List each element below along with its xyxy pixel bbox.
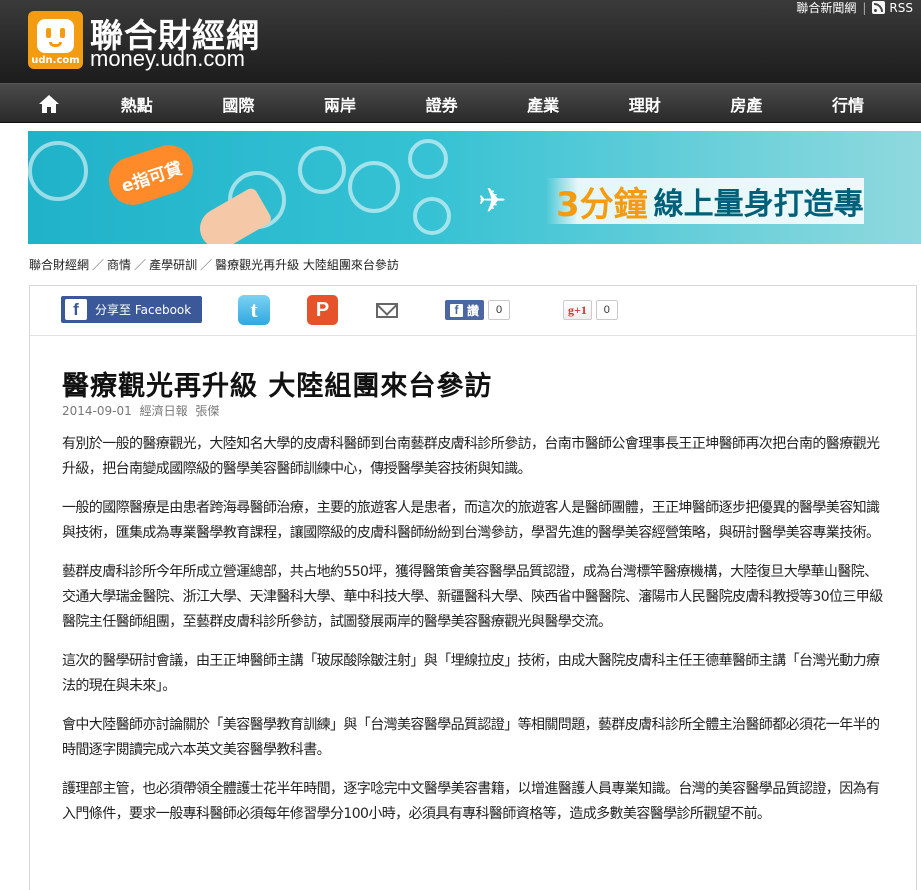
breadcrumb-item-home[interactable]: 聯合財經網 [29, 258, 89, 272]
article-body: 有別於一般的醫療觀光，大陸知名大學的皮膚科醫師到台南藝群皮膚科診所參訪，台南市醫… [62, 432, 886, 841]
banner-bubble [348, 161, 400, 213]
facebook-share-label: 分享至 Facebook [95, 303, 192, 317]
logo-eye-left [46, 28, 51, 38]
facebook-share-button[interactable]: f 分享至 Facebook [61, 296, 202, 323]
article-paragraph: 這次的醫學研討會議，由王正坤醫師主講「玻尿酸除皺注射」與「埋線拉皮」技術，由成大… [62, 653, 880, 694]
nav-item-international[interactable]: 國際 [188, 84, 290, 123]
breadcrumb-item-training[interactable]: 產學研訓 [149, 258, 197, 272]
logo-mouth [49, 42, 62, 47]
plurk-icon[interactable]: P [307, 295, 338, 325]
top-links: 聯合新聞網 | RSS [796, 0, 913, 16]
banner-tag: e指可貸 [102, 138, 200, 212]
article-byline: 2014-09-01 經濟日報 張傑 [62, 402, 223, 419]
site-header: udn.com 聯合財經網 money.udn.com 聯合新聞網 | RSS [0, 0, 921, 83]
article-date: 2014-09-01 [62, 404, 132, 418]
nav-home-button[interactable] [29, 84, 69, 123]
share-bar: f 分享至 Facebook t P f讚 0 g+1 0 [30, 286, 916, 336]
gplus-count: 0 [595, 300, 618, 320]
like-count: 0 [488, 300, 511, 320]
site-domain: money.udn.com [90, 46, 245, 71]
nav-item-industry[interactable]: 產業 [492, 84, 594, 123]
nav-item-hot[interactable]: 熱點 [86, 84, 188, 123]
banner-bubble [408, 139, 448, 179]
article-paragraph: 一般的國際醫療是由患者跨海尋醫師治療，主要的旅遊客人是患者，而這次的旅遊客人是醫… [62, 500, 880, 541]
like-label: 讚 [467, 303, 480, 318]
udn-logo[interactable]: udn.com [28, 11, 83, 69]
top-link-udn-news[interactable]: 聯合新聞網 [796, 0, 856, 16]
breadcrumb-item-business[interactable]: 商情 [107, 258, 131, 272]
breadcrumb-separator: ／ [134, 258, 147, 272]
airplane-icon: ✈ [478, 181, 507, 221]
article-paragraph: 有別於一般的醫療觀光，大陸知名大學的皮膚科醫師到台南藝群皮膚科診所參訪，台南市醫… [62, 436, 880, 477]
nav-item-finance[interactable]: 理財 [594, 84, 696, 123]
article-author: 張傑 [195, 404, 220, 418]
google-plus-button[interactable]: g+1 0 [563, 300, 618, 320]
article-paragraph: 會中大陸醫師亦討論關於「美容醫學教育訓練」與「台灣美容醫學品質認證」等相關問題，… [62, 717, 880, 758]
nav-item-quotes[interactable]: 行情 [797, 84, 899, 123]
nav-items: 熱點 國際 兩岸 證券 產業 理財 房產 行情 [86, 84, 899, 123]
nav-item-cross-strait[interactable]: 兩岸 [289, 84, 391, 123]
banner-headline: 3分鐘 線上量身打造專 [546, 178, 864, 225]
top-link-separator: | [862, 0, 867, 15]
banner-minutes: 3分鐘 [556, 184, 648, 225]
nav-item-securities[interactable]: 證券 [391, 84, 493, 123]
article-title: 醫療觀光再升級 大陸組團來台參訪 [62, 371, 493, 402]
nav-item-real-estate[interactable]: 房產 [696, 84, 798, 123]
mail-icon[interactable] [376, 303, 398, 318]
twitter-icon[interactable]: t [238, 295, 270, 325]
banner-bubble [298, 146, 346, 194]
like-box: f讚 [445, 300, 485, 320]
breadcrumb-item-current: 醫療觀光再升級 大陸組團來台參訪 [215, 258, 399, 272]
breadcrumb: 聯合財經網／商情／產學研訓／醫療觀光再升級 大陸組團來台參訪 [29, 256, 399, 273]
article-card: f 分享至 Facebook t P f讚 0 g+1 0 醫療觀光再升級 大陸… [29, 285, 917, 890]
facebook-icon: f [65, 299, 87, 320]
breadcrumb-separator: ／ [200, 258, 213, 272]
banner-ad[interactable]: e指可貸 ✈ 3分鐘 線上量身打造專 [28, 131, 921, 244]
gplus-label: g+1 [563, 300, 592, 320]
breadcrumb-separator: ／ [92, 258, 105, 272]
article-source: 經濟日報 [139, 404, 188, 418]
facebook-like-button[interactable]: f讚 0 [445, 300, 511, 320]
logo-text: udn.com [31, 55, 80, 66]
banner-bubble [28, 141, 88, 201]
logo-eye-right [60, 28, 65, 38]
banner-bubble [413, 197, 451, 235]
home-icon [39, 94, 59, 113]
top-link-rss[interactable]: RSS [889, 1, 913, 15]
article-paragraph: 藝群皮膚科診所今年所成立營運總部，共占地約550坪，獲得醫策會美容醫學品質認證，… [62, 564, 883, 630]
main-nav: 熱點 國際 兩岸 證券 產業 理財 房產 行情 [0, 83, 921, 123]
article-paragraph: 護理部主管，也必須帶領全體護士花半年時間，逐字唸完中文醫學美容書籍，以增進醫護人… [62, 781, 880, 822]
banner-subtitle: 線上量身打造專 [653, 187, 864, 222]
facebook-like-icon: f [450, 303, 463, 317]
logo-face-icon [37, 19, 74, 53]
rss-icon[interactable] [872, 1, 886, 14]
